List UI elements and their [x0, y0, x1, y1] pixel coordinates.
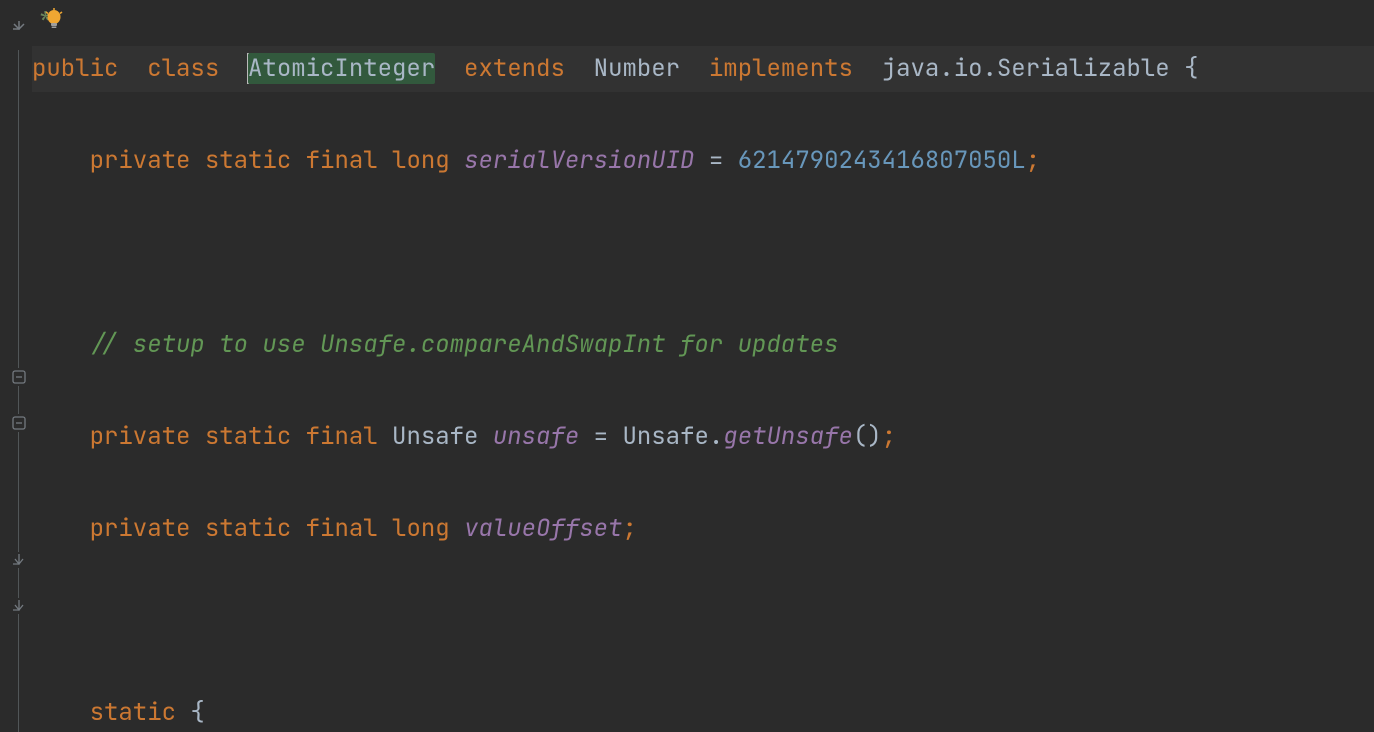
fold-end-icon[interactable] [12, 0, 26, 8]
fold-end-icon[interactable] [12, 598, 26, 612]
number-literal: 6214790243416807050L [738, 145, 1026, 176]
fold-guide-line [18, 432, 19, 552]
keyword-implements: implements [709, 53, 853, 84]
field-name: valueOffset [464, 513, 622, 544]
keyword-long: long [392, 513, 450, 544]
semicolon: ; [622, 513, 636, 544]
keyword-final: final [306, 145, 378, 176]
keyword-extends: extends [464, 53, 565, 84]
operator: = [594, 421, 608, 452]
fold-end-icon[interactable] [12, 552, 26, 566]
code-line[interactable]: public class AtomicInteger extends Numbe… [32, 46, 1374, 92]
code-line[interactable]: private static final long valueOffset; [32, 506, 1374, 552]
code-line[interactable]: // setup to use Unsafe.compareAndSwapInt… [32, 322, 1374, 368]
keyword-static: static [205, 421, 291, 452]
keyword-public: public [32, 53, 118, 84]
editor-gutter [0, 0, 30, 732]
type-ref: Unsafe [392, 421, 478, 452]
dot: . [709, 421, 723, 452]
keyword-class: class [147, 53, 219, 84]
parens: () [853, 421, 882, 452]
type-ref: Number [594, 53, 680, 84]
semicolon: ; [882, 421, 896, 452]
keyword-static: static [90, 697, 176, 728]
fold-guide-line [18, 614, 19, 732]
type-ref: Unsafe [622, 421, 708, 452]
semicolon: ; [1026, 145, 1040, 176]
code-line[interactable]: private static final long serialVersionU… [32, 138, 1374, 184]
fold-guide-line [18, 568, 19, 598]
code-line[interactable]: static { [32, 690, 1374, 732]
keyword-private: private [90, 513, 191, 544]
fold-toggle-icon[interactable] [12, 370, 26, 384]
fold-guide-line [18, 386, 19, 414]
code-line[interactable]: private static final Unsafe unsafe = Uns… [32, 414, 1374, 460]
keyword-static: static [205, 513, 291, 544]
brace: { [190, 697, 204, 728]
keyword-final: final [306, 513, 378, 544]
keyword-private: private [90, 145, 191, 176]
type-ref: java.io.Serializable [882, 53, 1170, 84]
line-comment: // setup to use Unsafe.compareAndSwapInt… [90, 329, 839, 360]
keyword-private: private [90, 421, 191, 452]
keyword-final: final [306, 421, 378, 452]
brace: { [1184, 53, 1198, 84]
fold-toggle-icon[interactable] [12, 416, 26, 430]
code-editor[interactable]: public class AtomicInteger extends Numbe… [32, 0, 1374, 732]
field-name: serialVersionUID [464, 145, 694, 176]
blank-line[interactable] [32, 230, 1374, 276]
class-name: AtomicInteger [248, 53, 435, 84]
keyword-static: static [205, 145, 291, 176]
fold-guide-line [18, 50, 19, 368]
keyword-long: long [392, 145, 450, 176]
blank-line[interactable] [32, 598, 1374, 644]
field-name: unsafe [493, 421, 579, 452]
operator: = [709, 145, 723, 176]
method-call: getUnsafe [723, 421, 853, 452]
